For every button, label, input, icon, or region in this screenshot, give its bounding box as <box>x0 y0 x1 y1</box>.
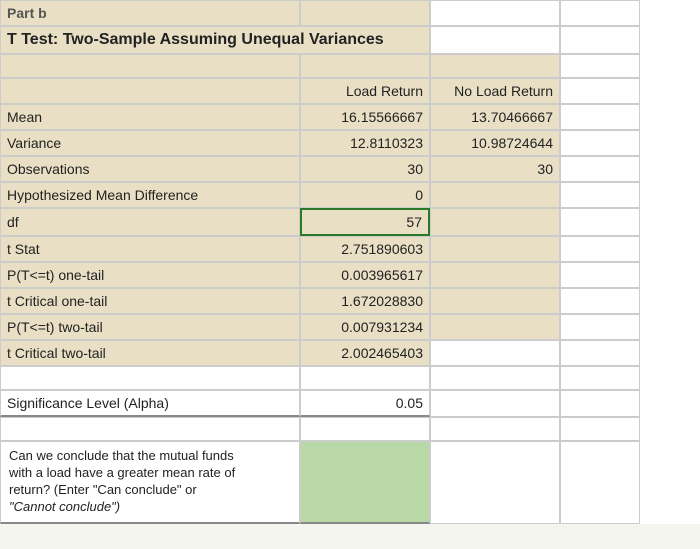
stat-label: Observations <box>0 156 300 182</box>
stat-value: 2.751890603 <box>300 236 430 262</box>
empty-cell <box>560 262 640 288</box>
stat-value: 0.003965617 <box>300 262 430 288</box>
empty-cell <box>430 366 560 390</box>
alpha-label: Significance Level (Alpha) <box>0 390 300 417</box>
stat-label: df <box>0 208 300 236</box>
stat-value <box>430 182 560 208</box>
stat-label: t Stat <box>0 236 300 262</box>
test-title: T Test: Two-Sample Assuming Unequal Vari… <box>0 26 430 54</box>
empty-cell <box>560 366 640 390</box>
empty-cell <box>560 54 640 78</box>
stat-label: Variance <box>0 130 300 156</box>
question-line: return? (Enter "Can conclude" or <box>9 482 197 499</box>
stat-label: t Critical one-tail <box>0 288 300 314</box>
empty-cell <box>560 182 640 208</box>
empty-cell <box>300 417 430 441</box>
empty-cell <box>300 366 430 390</box>
empty-cell <box>300 0 430 26</box>
stat-label: P(T<=t) two-tail <box>0 314 300 340</box>
empty-cell <box>430 0 560 26</box>
stat-value: 13.70466667 <box>430 104 560 130</box>
stat-value: 30 <box>300 156 430 182</box>
empty-cell <box>430 390 560 417</box>
stat-value <box>430 288 560 314</box>
empty-cell <box>560 78 640 104</box>
empty-cell <box>560 441 640 524</box>
empty-cell <box>0 54 300 78</box>
stat-label: t Critical two-tail <box>0 340 300 366</box>
question-line: Can we conclude that the mutual funds <box>9 448 234 465</box>
empty-cell <box>560 156 640 182</box>
empty-cell <box>560 208 640 236</box>
empty-cell <box>560 340 640 366</box>
stat-value: 12.8110323 <box>300 130 430 156</box>
empty-cell <box>560 130 640 156</box>
empty-cell <box>560 236 640 262</box>
empty-cell <box>560 390 640 417</box>
empty-cell <box>0 417 300 441</box>
stat-value <box>430 314 560 340</box>
stat-value: 0.007931234 <box>300 314 430 340</box>
stat-value: 2.002465403 <box>300 340 430 366</box>
empty-cell <box>0 366 300 390</box>
empty-cell <box>560 26 640 54</box>
stat-label: Hypothesized Mean Difference <box>0 182 300 208</box>
spreadsheet-grid: Part b T Test: Two-Sample Assuming Unequ… <box>0 0 700 524</box>
stat-value: 30 <box>430 156 560 182</box>
stat-value: 0 <box>300 182 430 208</box>
empty-cell <box>430 417 560 441</box>
stat-label: P(T<=t) one-tail <box>0 262 300 288</box>
question-line: "Cannot conclude") <box>9 499 120 516</box>
stat-value: 10.98724644 <box>430 130 560 156</box>
empty-cell <box>430 26 560 54</box>
question-line: with a load have a greater mean rate of <box>9 465 235 482</box>
empty-cell <box>430 54 560 78</box>
stat-value <box>430 262 560 288</box>
stat-value <box>430 236 560 262</box>
stat-value: 1.672028830 <box>300 288 430 314</box>
alpha-value: 0.05 <box>300 390 430 417</box>
stat-value <box>430 208 560 236</box>
stat-label: Mean <box>0 104 300 130</box>
empty-cell <box>560 288 640 314</box>
part-label: Part b <box>0 0 300 26</box>
empty-cell <box>430 441 560 524</box>
col-header-2: No Load Return <box>430 78 560 104</box>
stat-value <box>430 340 560 366</box>
empty-cell <box>560 0 640 26</box>
empty-cell <box>300 54 430 78</box>
empty-cell <box>560 314 640 340</box>
col-header-1: Load Return <box>300 78 430 104</box>
question-text: Can we conclude that the mutual funds wi… <box>0 441 300 524</box>
empty-cell <box>560 104 640 130</box>
stat-value-selected[interactable]: 57 <box>300 208 430 236</box>
answer-input-cell[interactable] <box>300 441 430 524</box>
empty-cell <box>0 78 300 104</box>
stat-value: 16.15566667 <box>300 104 430 130</box>
empty-cell <box>560 417 640 441</box>
